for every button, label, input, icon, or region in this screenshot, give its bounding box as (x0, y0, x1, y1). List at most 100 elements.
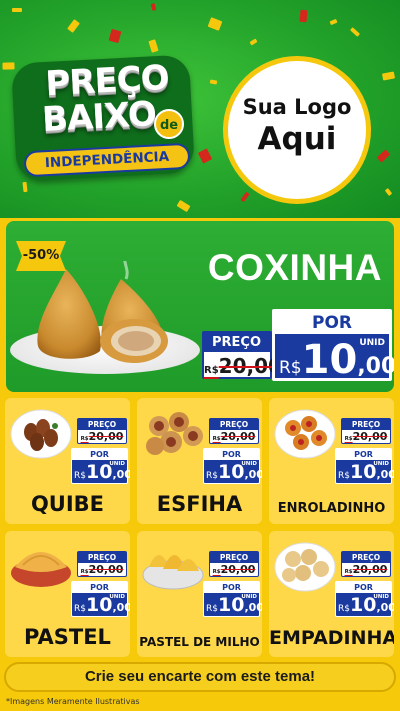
product-card[interactable]: PREÇO R$20,00 POR UNID R$10,00 QUIBE (5, 398, 130, 524)
new-price-cents: ,00 (376, 468, 394, 481)
confetti-piece (349, 27, 361, 37)
quibe-icon (10, 409, 72, 459)
new-price-value: R$10,00 (206, 462, 262, 486)
new-price-integer: 10 (349, 594, 377, 616)
pastel-icon (11, 552, 71, 587)
header-banner: PREÇO BAIXO de INDEPENDÊNCIA Sua Logo Aq… (0, 0, 400, 218)
confetti-piece (209, 79, 218, 85)
cta-banner[interactable]: Crie seu encarte com este tema! (4, 662, 396, 692)
product-name: ESFIHA (156, 492, 243, 516)
product-name: PASTEL (24, 625, 111, 649)
confetti-piece (384, 188, 393, 196)
old-price-tag: PREÇO R$20,00 (209, 551, 259, 577)
old-price-value: R$20,00 (342, 563, 390, 579)
new-price-label: POR (204, 582, 259, 593)
new-price-value: R$10,00 (74, 462, 130, 486)
old-price-label: PREÇO (78, 419, 126, 430)
pastel-de-milho-icon (142, 555, 204, 590)
old-price-amount: 20,00 (88, 563, 124, 576)
new-price-currency: R$ (279, 358, 302, 378)
product-card[interactable]: PREÇO R$20,00 POR UNID R$10,00 ESFIHA (137, 398, 262, 524)
new-price-currency: R$ (206, 471, 218, 481)
old-price-amount: 20,00 (352, 430, 388, 443)
confetti-piece (299, 9, 308, 23)
new-price-integer: 10 (217, 594, 245, 616)
confetti-piece (12, 8, 22, 12)
new-price-value: R$10,00 (338, 595, 394, 619)
product-name: PASTEL DE MILHO (139, 635, 260, 649)
product-card[interactable]: PREÇO R$20,00 POR UNID R$10,00 PASTEL DE MILH… (137, 531, 262, 657)
new-price-value: R$10,00 (279, 340, 394, 388)
new-price-tag: POR UNID R$10,00 (203, 581, 262, 619)
product-card[interactable]: PREÇO R$20,00 POR UNID R$10,00 EMPADINHA (269, 531, 394, 657)
new-price-currency: R$ (338, 471, 350, 481)
confetti-piece (249, 38, 258, 46)
new-price-integer: 10 (301, 337, 358, 383)
old-price-currency: R$ (80, 436, 89, 442)
old-price-amount: 20,00 (88, 430, 124, 443)
new-price-cents: ,00 (244, 601, 262, 614)
confetti-piece (376, 149, 391, 163)
new-price-tag: POR UNID R$10,00 (71, 448, 130, 486)
new-price-label: POR (72, 582, 127, 593)
featured-product-card[interactable]: -50% COXINHA PREÇO R$20,00 POR UNID R$10… (6, 221, 394, 392)
new-price-cents: ,00 (112, 468, 130, 481)
new-price-currency: R$ (338, 604, 350, 614)
old-price-tag: PREÇO R$20,00 (341, 418, 391, 444)
old-price-value: R$20,00 (78, 563, 126, 579)
old-price-currency: R$ (344, 569, 353, 575)
old-price-label: PREÇO (342, 419, 390, 430)
new-price-cents: ,00 (244, 468, 262, 481)
new-price-label: POR (275, 312, 389, 334)
confetti-piece (240, 191, 250, 203)
disclaimer-text: *Imagens Meramente Ilustrativas (6, 697, 140, 706)
new-price-label: POR (336, 582, 391, 593)
old-price-tag: PREÇO R$20,00 (209, 418, 259, 444)
new-price-integer: 10 (217, 461, 245, 483)
old-price-amount: 20,00 (220, 563, 256, 576)
product-name: EMPADINHA (269, 627, 394, 649)
old-price-tag: PREÇO R$20,00 (341, 551, 391, 577)
product-name: QUIBE (30, 492, 105, 516)
new-price-currency: R$ (206, 604, 218, 614)
new-price-cents: ,00 (357, 354, 394, 379)
old-price-currency: R$ (204, 365, 219, 376)
confetti-piece (329, 18, 338, 26)
product-name: ENROLADINHO (277, 501, 386, 516)
old-price-value: R$20,00 (210, 563, 258, 579)
old-price-currency: R$ (344, 436, 353, 442)
new-price-label: POR (72, 449, 127, 460)
new-price-tag: POR UNID R$10,00 (203, 448, 262, 486)
old-price-label: PREÇO (210, 552, 258, 563)
new-price-tag: POR UNID R$10,00 (335, 581, 394, 619)
confetti-piece (207, 17, 223, 31)
empadinha-icon (274, 542, 336, 592)
product-card[interactable]: PREÇO R$20,00 POR UNID R$10,00 ENROLADINHO (269, 398, 394, 524)
old-price-tag: PREÇO R$20,00 (77, 551, 127, 577)
old-price-label: PREÇO (210, 419, 258, 430)
new-price-integer: 10 (85, 461, 113, 483)
new-price-tag: POR UNID R$10,00 (335, 448, 394, 486)
new-price-label: POR (336, 449, 391, 460)
old-price-value: R$20,00 (204, 353, 282, 384)
cta-text: Crie seu encarte com este tema! (84, 668, 316, 685)
confetti-piece (148, 39, 159, 53)
new-price-currency: R$ (74, 604, 86, 614)
new-price-currency: R$ (74, 471, 86, 481)
new-price-integer: 10 (85, 594, 113, 616)
new-price-tag: POR UNID R$10,00 (71, 581, 130, 619)
old-price-label: PREÇO (204, 333, 270, 352)
product-card[interactable]: PREÇO R$20,00 POR UNID R$10,00 PASTEL (5, 531, 130, 657)
badge-de-circle: de (154, 109, 184, 139)
confetti-piece (22, 181, 28, 193)
new-price-cents: ,00 (112, 601, 130, 614)
old-price-tag: PREÇO R$20,00 (77, 418, 127, 444)
new-price-value: R$10,00 (338, 462, 394, 486)
new-price-value: R$10,00 (206, 595, 262, 619)
new-price-value: R$10,00 (74, 595, 130, 619)
logo-placeholder[interactable]: Sua Logo Aqui (223, 56, 371, 204)
old-price-label: PREÇO (78, 552, 126, 563)
confetti-piece (150, 3, 157, 11)
new-price-cents: ,00 (376, 601, 394, 614)
enroladinho-icon (274, 409, 336, 459)
